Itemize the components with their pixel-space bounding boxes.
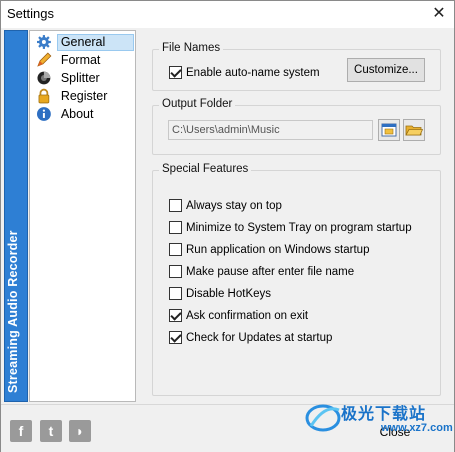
option-label: Ask confirmation on exit: [186, 309, 309, 322]
output-path-input[interactable]: C:\Users\admin\Music: [168, 120, 373, 140]
watermark-logo-icon: [305, 404, 341, 432]
output-folder-group: Output Folder C:\Users\admin\Music: [152, 98, 441, 155]
pencil-icon: [37, 52, 52, 67]
special-features-title: Special Features: [159, 163, 252, 175]
checkbox-box[interactable]: [169, 331, 182, 344]
browse-folder-button[interactable]: [403, 119, 425, 141]
option-always-on-top[interactable]: Always stay on top: [169, 199, 282, 212]
window-title: Settings: [7, 6, 54, 21]
splitter-icon: [37, 71, 51, 85]
option-check-updates[interactable]: Check for Updates at startup: [169, 331, 332, 344]
nav-label: Splitter: [60, 70, 100, 85]
open-folder-button[interactable]: [378, 119, 400, 141]
nav-item-splitter[interactable]: Splitter: [32, 69, 134, 87]
nav-item-format[interactable]: Format: [32, 51, 134, 69]
settings-content: File Names Enable auto-name system Custo…: [142, 30, 453, 402]
option-label: Always stay on top: [186, 199, 282, 212]
option-label: Run application on Windows startup: [186, 243, 370, 256]
window-close-icon[interactable]: ✕: [426, 3, 452, 25]
nav-label: About: [60, 106, 94, 121]
nav-label: Register: [60, 88, 108, 103]
facebook-icon[interactable]: f: [10, 420, 32, 442]
title-bar: Settings ✕: [1, 1, 454, 28]
folder-icon: [405, 125, 424, 136]
option-label: Make pause after enter file name: [186, 265, 355, 278]
output-folder-title: Output Folder: [159, 98, 236, 110]
watermark-text: 极光下载站: [341, 406, 427, 423]
twitter-icon[interactable]: t: [40, 420, 62, 442]
file-names-title: File Names: [159, 42, 224, 54]
checkbox-box[interactable]: [169, 199, 182, 212]
checkbox-box[interactable]: [169, 243, 182, 256]
option-run-on-startup[interactable]: Run application on Windows startup: [169, 243, 369, 256]
settings-window: Settings ✕ Streaming Audio Recorder Gene…: [0, 0, 455, 452]
watermark: 极光下载站 www.xz7.com: [301, 394, 453, 444]
folder-open-icon: [381, 123, 397, 137]
nav-item-about[interactable]: About: [32, 105, 134, 123]
option-label: Minimize to System Tray on program start…: [186, 221, 412, 234]
option-confirm-on-exit[interactable]: Ask confirmation on exit: [169, 309, 308, 322]
auto-name-checkbox[interactable]: Enable auto-name system: [169, 66, 320, 79]
option-label: Check for Updates at startup: [186, 331, 333, 344]
checkbox-box[interactable]: [169, 66, 182, 79]
checkbox-box[interactable]: [169, 287, 182, 300]
customize-button[interactable]: Customize...: [347, 58, 425, 82]
option-disable-hotkeys[interactable]: Disable HotKeys: [169, 287, 271, 300]
checkbox-box[interactable]: [169, 309, 182, 322]
special-features-group: Special Features Always stay on top Mini…: [152, 163, 441, 396]
checkbox-box[interactable]: [169, 221, 182, 234]
auto-name-label: Enable auto-name system: [186, 66, 320, 79]
nav-item-register[interactable]: Register: [32, 87, 134, 105]
nav-label: General: [56, 33, 134, 51]
app-banner-text: Streaming Audio Recorder: [6, 230, 20, 393]
option-pause-after-file-name[interactable]: Make pause after enter file name: [169, 265, 354, 278]
rss-icon[interactable]: ◗: [69, 420, 91, 442]
lock-icon: [38, 88, 50, 104]
option-minimize-to-tray[interactable]: Minimize to System Tray on program start…: [169, 221, 412, 234]
watermark-url: www.xz7.com: [381, 422, 453, 434]
settings-nav: General Format Splitter Register About: [29, 30, 136, 402]
gear-icon: [36, 35, 51, 49]
checkbox-box[interactable]: [169, 265, 182, 278]
option-label: Disable HotKeys: [186, 287, 272, 300]
file-names-group: File Names Enable auto-name system Custo…: [152, 42, 441, 91]
nav-label: Format: [60, 52, 101, 67]
nav-item-general[interactable]: General: [32, 33, 134, 51]
info-icon: [36, 107, 51, 121]
